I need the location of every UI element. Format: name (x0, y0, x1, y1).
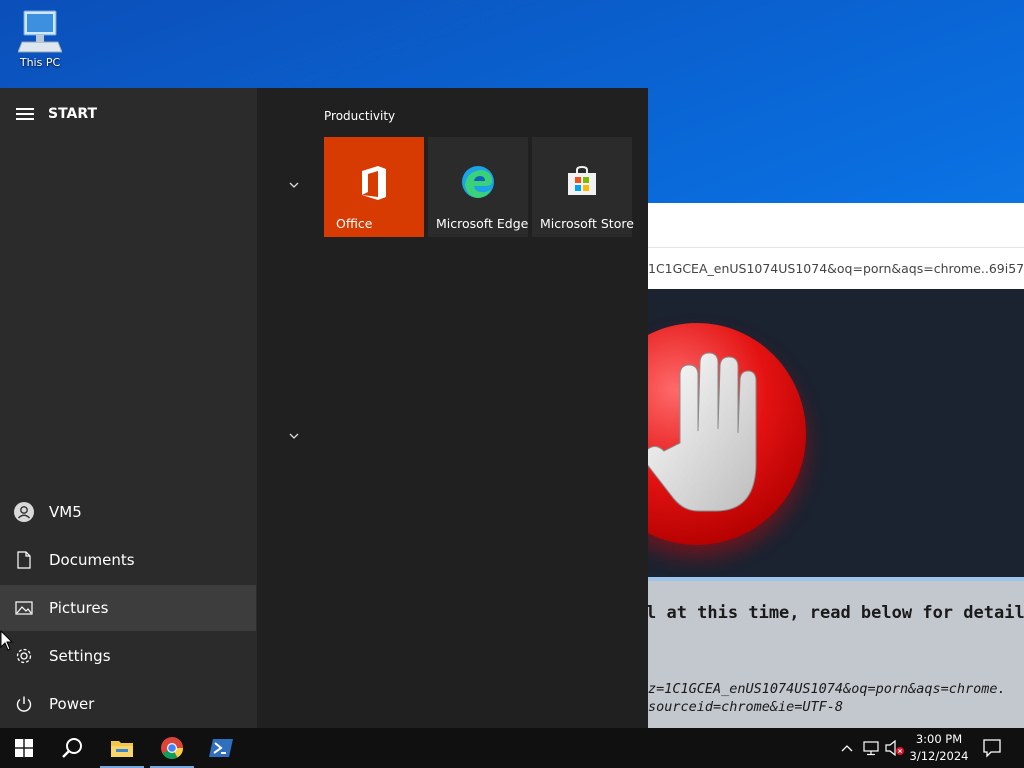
tile-office[interactable]: Office (324, 137, 424, 237)
blocked-url-line-1: z=1C1GCEA_enUS1074US1074&oq=porn&aqs=chr… (648, 681, 1006, 697)
tile-microsoft-store[interactable]: Microsoft Store (532, 137, 634, 237)
clock-date: 3/12/2024 (909, 749, 969, 763)
nav-label-power: Power (49, 695, 95, 713)
action-center-button[interactable] (982, 738, 1002, 762)
tile-group-label: Productivity (324, 109, 396, 123)
search-icon (62, 738, 82, 758)
chrome-icon (161, 737, 183, 759)
nav-label-user: VM5 (49, 503, 82, 521)
network-tray-button[interactable] (860, 728, 882, 768)
search-button[interactable] (48, 728, 96, 768)
nav-label-pictures: Pictures (49, 599, 109, 617)
file-explorer-button[interactable] (98, 728, 146, 768)
windows-logo-icon (15, 739, 33, 757)
mouse-cursor-icon (0, 630, 14, 651)
block-headline: l at this time, read below for details: (646, 603, 1024, 623)
tile-microsoft-edge[interactable]: Microsoft Edge (428, 137, 528, 237)
start-left-rail: START VM5 Documents Pictures Settings Po… (0, 88, 257, 728)
stop-sign-icon (648, 323, 806, 545)
edge-icon (462, 166, 494, 198)
tile-label-store: Microsoft Store (540, 216, 634, 231)
block-message-area: l at this time, read below for details: … (646, 581, 1024, 728)
network-icon (863, 741, 879, 756)
volume-muted-icon (885, 740, 904, 756)
tile-label-office: Office (336, 216, 373, 231)
browser-window: 1C1GCEA_enUS1074US1074&oq=porn&aqs=chrom… (646, 203, 1024, 728)
chevron-up-icon (841, 745, 853, 752)
picture-icon (15, 601, 33, 615)
power-icon (16, 696, 32, 712)
hamburger-icon[interactable] (16, 108, 34, 120)
blocked-url-line-2: sourceid=chrome&ie=UTF-8 (648, 699, 844, 715)
address-bar[interactable]: 1C1GCEA_enUS1074US1074&oq=porn&aqs=chrom… (648, 247, 1024, 290)
start-header: START (16, 106, 97, 122)
chevron-down-icon[interactable] (288, 179, 300, 191)
nav-item-pictures[interactable]: Pictures (0, 585, 256, 631)
nav-item-documents[interactable]: Documents (0, 537, 256, 583)
tile-label-edge: Microsoft Edge (436, 216, 529, 231)
hand-icon (648, 352, 757, 512)
this-pc-label: This PC (19, 56, 61, 69)
notification-icon (983, 739, 1001, 758)
taskbar: 3:00 PM 3/12/2024 (0, 728, 1024, 768)
tray-overflow-button[interactable] (838, 728, 856, 768)
start-button[interactable] (0, 728, 48, 768)
clock-time: 3:00 PM (915, 732, 963, 746)
address-text: 1C1GCEA_enUS1074US1074&oq=porn&aqs=chrom… (648, 261, 1024, 276)
nav-item-settings[interactable]: Settings (0, 633, 256, 679)
nav-label-documents: Documents (49, 551, 135, 569)
volume-tray-button[interactable] (884, 728, 906, 768)
document-icon (17, 551, 31, 569)
folder-icon (111, 741, 133, 757)
gear-icon (16, 648, 32, 664)
start-title: START (48, 106, 98, 122)
this-pc-desktop-icon[interactable]: This PC (12, 8, 68, 69)
office-icon (362, 166, 386, 200)
nav-item-user[interactable]: VM5 (0, 489, 256, 535)
chevron-down-icon[interactable] (288, 430, 300, 442)
taskbar-clock[interactable]: 3:00 PM 3/12/2024 (905, 731, 973, 765)
block-page-banner (648, 289, 1024, 577)
nav-item-power[interactable]: Power (0, 681, 256, 727)
user-avatar-icon (14, 502, 34, 522)
chrome-button[interactable] (148, 728, 196, 768)
store-icon (568, 165, 596, 195)
powershell-button[interactable] (197, 728, 245, 768)
start-menu: START VM5 Documents Pictures Settings Po… (0, 88, 648, 728)
nav-label-settings: Settings (49, 647, 111, 665)
powershell-icon (209, 739, 233, 757)
browser-tab-bar[interactable] (648, 203, 1024, 247)
computer-icon (18, 10, 62, 53)
